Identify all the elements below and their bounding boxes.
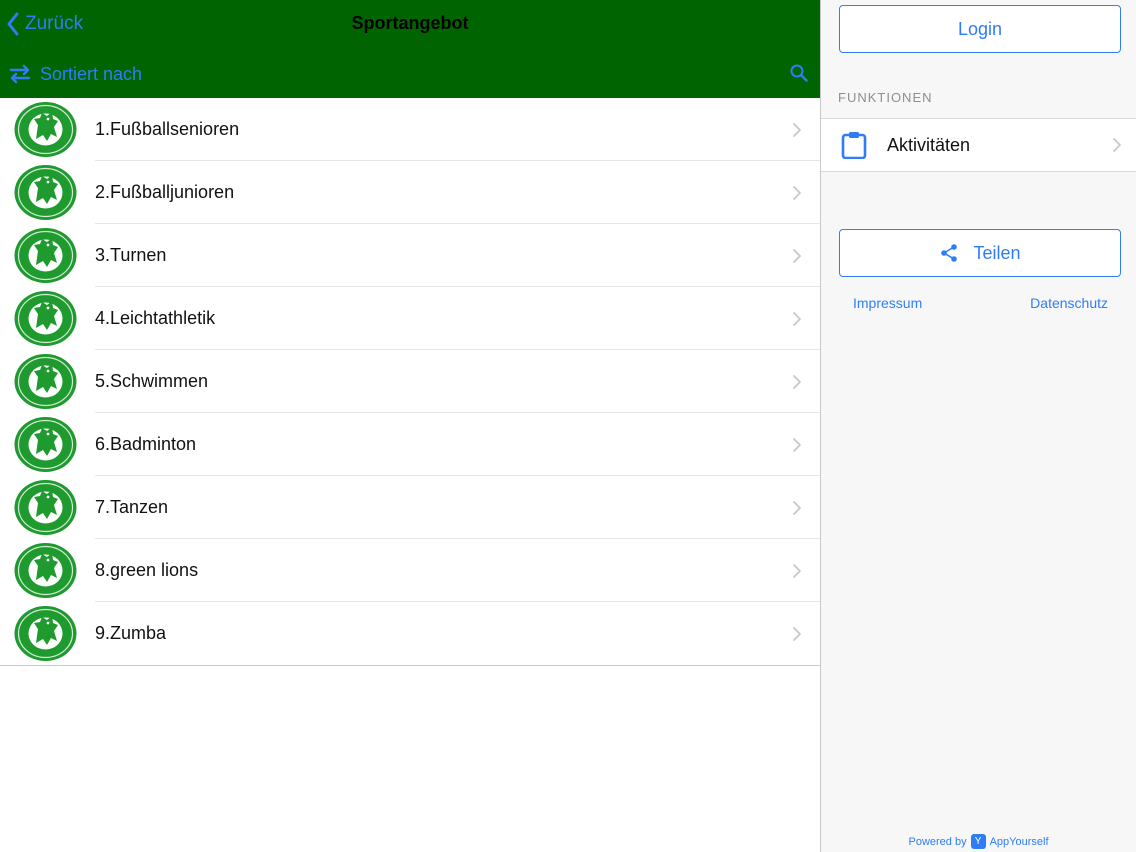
club-logo-icon: [14, 102, 77, 157]
list-item-label: 5.Schwimmen: [95, 371, 209, 391]
list-item[interactable]: 5.Schwimmen: [0, 350, 820, 413]
club-logo-icon: [14, 165, 77, 220]
chevron-right-icon: [793, 311, 801, 326]
list-item-label: 1.Fußballsenioren: [95, 119, 240, 139]
club-logo-icon: [14, 417, 77, 472]
search-icon[interactable]: [790, 64, 808, 82]
chevron-right-icon: [793, 437, 801, 452]
powered-by[interactable]: Powered by Y AppYourself: [821, 834, 1136, 849]
list-item[interactable]: 4.Leichtathletik: [0, 287, 820, 350]
sport-list: 1.Fußballsenioren 2.Fußballjunioren 3.Tu…: [0, 98, 820, 666]
list-item-label: 3.Turnen: [95, 245, 167, 265]
share-button-label: Teilen: [973, 242, 1021, 263]
list-item[interactable]: 2.Fußballjunioren: [0, 161, 820, 224]
powered-by-brand: AppYourself: [989, 835, 1049, 848]
club-logo-icon: [14, 291, 77, 346]
list-item-label: 8.green lions: [95, 560, 199, 580]
chevron-right-icon: [1113, 138, 1121, 152]
login-button[interactable]: Login: [839, 5, 1121, 53]
chevron-right-icon: [793, 185, 801, 200]
clipboard-icon: [841, 132, 867, 159]
list-item-label: 9.Zumba: [95, 623, 167, 643]
chevron-right-icon: [793, 122, 801, 137]
functions-section-title: FUNKTIONEN: [838, 90, 933, 105]
list-item[interactable]: 8.green lions: [0, 539, 820, 602]
list-item[interactable]: 9.Zumba: [0, 602, 820, 665]
page-title: Sportangebot: [351, 13, 469, 33]
share-button[interactable]: Teilen: [839, 229, 1121, 277]
list-item-label: 6.Badminton: [95, 434, 197, 454]
function-item-label: Aktivitäten: [887, 134, 971, 155]
login-button-label: Login: [957, 18, 1003, 39]
function-item-aktivitaeten[interactable]: Aktivitäten: [821, 118, 1136, 172]
left-pane: Zurück Sportangebot Sortiert nach 1.Fußb…: [0, 0, 820, 852]
list-item[interactable]: 3.Turnen: [0, 224, 820, 287]
chevron-right-icon: [793, 374, 801, 389]
club-logo-icon: [14, 606, 77, 661]
list-item[interactable]: 6.Badminton: [0, 413, 820, 476]
club-logo-icon: [14, 543, 77, 598]
list-item-label: 2.Fußballjunioren: [95, 182, 235, 202]
chevron-right-icon: [793, 500, 801, 515]
swap-arrows-icon: [9, 64, 31, 84]
datenschutz-link[interactable]: Datenschutz: [1030, 295, 1108, 311]
list-item-label: 4.Leichtathletik: [95, 308, 216, 328]
impressum-link[interactable]: Impressum: [853, 295, 922, 311]
powered-by-label: Powered by: [908, 835, 967, 848]
list-item[interactable]: 7.Tanzen: [0, 476, 820, 539]
appyourself-logo-icon: Y: [970, 834, 986, 849]
sort-label: Sortiert nach: [40, 63, 143, 84]
list-item[interactable]: 1.Fußballsenioren: [0, 98, 820, 161]
chevron-right-icon: [793, 626, 801, 641]
club-logo-icon: [14, 228, 77, 283]
club-logo-icon: [14, 354, 77, 409]
footer-links: Impressum Datenschutz: [821, 295, 1136, 315]
nav-header: Zurück Sportangebot Sortiert nach: [0, 0, 820, 98]
share-icon: [941, 244, 958, 262]
sort-button[interactable]: Sortiert nach: [8, 60, 142, 88]
chevron-right-icon: [793, 563, 801, 578]
right-sidebar: Login FUNKTIONEN Aktivitäten Teilen Impr…: [820, 0, 1136, 852]
chevron-right-icon: [793, 248, 801, 263]
club-logo-icon: [14, 480, 77, 535]
list-item-label: 7.Tanzen: [95, 497, 169, 517]
